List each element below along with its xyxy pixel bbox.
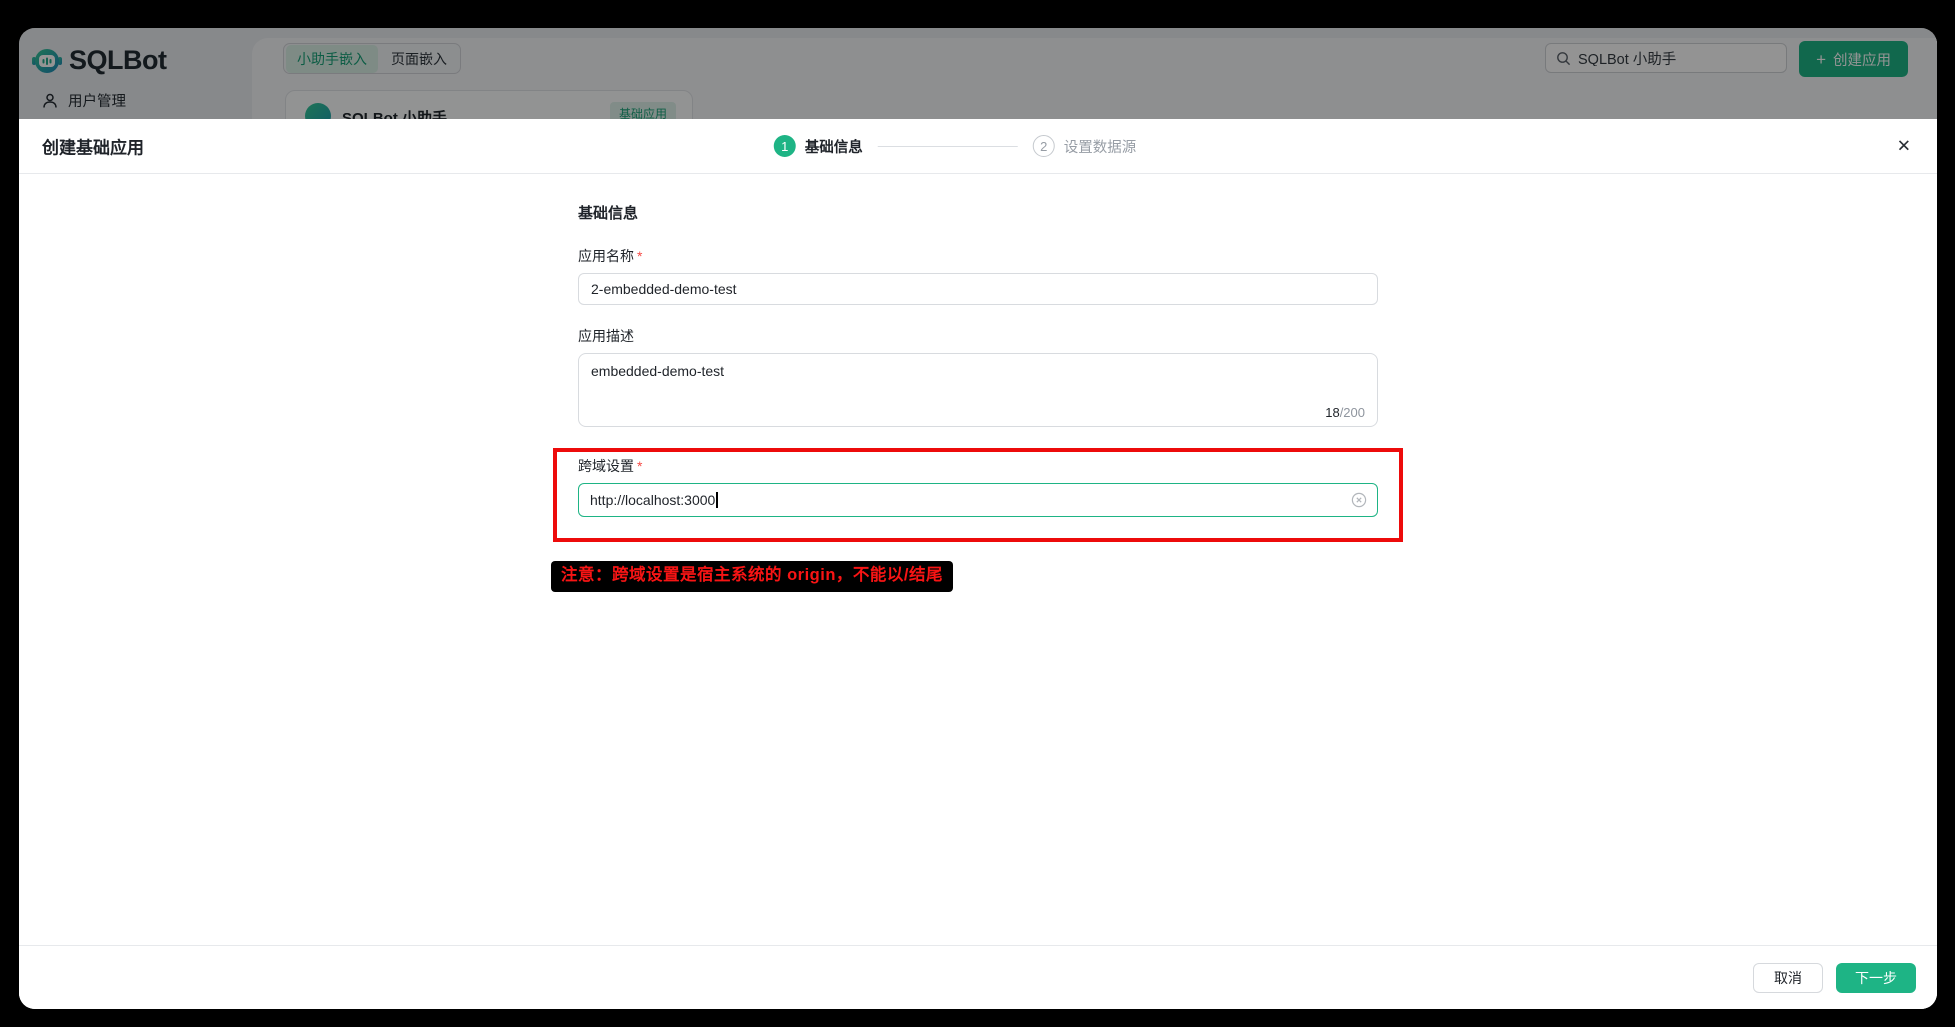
text-cursor xyxy=(716,492,718,508)
app-name-input[interactable] xyxy=(578,273,1378,305)
step-datasource: 2 设置数据源 xyxy=(1033,135,1137,157)
stepper: 1 基础信息 2 设置数据源 xyxy=(774,135,1137,157)
cors-input-value: http://localhost:3000 xyxy=(590,492,715,508)
modal-footer: 取消 下一步 xyxy=(19,945,1937,1009)
annotation-red-box: 跨域设置* http://localhost:3000 xyxy=(553,448,1403,542)
step-basic-info: 1 基础信息 xyxy=(774,135,863,157)
create-app-modal: 创建基础应用 1 基础信息 2 设置数据源 ✕ 基础信息 应用名称* 应用描述 xyxy=(19,119,1937,1009)
form-section-title: 基础信息 xyxy=(578,202,1378,223)
required-asterisk: * xyxy=(637,248,642,264)
modal-header: 创建基础应用 1 基础信息 2 设置数据源 ✕ xyxy=(19,119,1937,174)
close-icon[interactable]: ✕ xyxy=(1897,138,1911,155)
app-description-textarea[interactable]: embedded-demo-test xyxy=(579,354,1377,406)
clear-input-icon[interactable] xyxy=(1351,492,1367,508)
step-1-label: 基础信息 xyxy=(805,136,863,157)
step-2-label: 设置数据源 xyxy=(1064,136,1137,157)
cors-input[interactable]: http://localhost:3000 xyxy=(578,483,1378,517)
app-description-textarea-wrap: embedded-demo-test 18/200 xyxy=(578,353,1378,427)
app-name-field: 应用名称* xyxy=(578,246,1378,305)
modal-title: 创建基础应用 xyxy=(42,134,144,159)
cors-label: 跨域设置* xyxy=(578,456,1378,476)
app-name-label: 应用名称* xyxy=(578,246,1378,266)
cancel-button[interactable]: 取消 xyxy=(1753,963,1823,993)
annotation-note: 注意：跨域设置是宿主系统的 origin，不能以/结尾 xyxy=(551,561,953,592)
step-connector-line xyxy=(878,146,1018,147)
step-2-indicator: 2 xyxy=(1033,135,1055,157)
basic-info-form: 基础信息 应用名称* 应用描述 embedded-demo-test 18/20… xyxy=(578,174,1378,592)
step-1-indicator: 1 xyxy=(774,135,796,157)
app-description-label: 应用描述 xyxy=(578,326,1378,346)
char-counter: 18/200 xyxy=(1325,405,1365,420)
app-description-field: 应用描述 embedded-demo-test 18/200 xyxy=(578,326,1378,427)
required-asterisk: * xyxy=(637,458,642,474)
next-step-button[interactable]: 下一步 xyxy=(1836,963,1916,993)
